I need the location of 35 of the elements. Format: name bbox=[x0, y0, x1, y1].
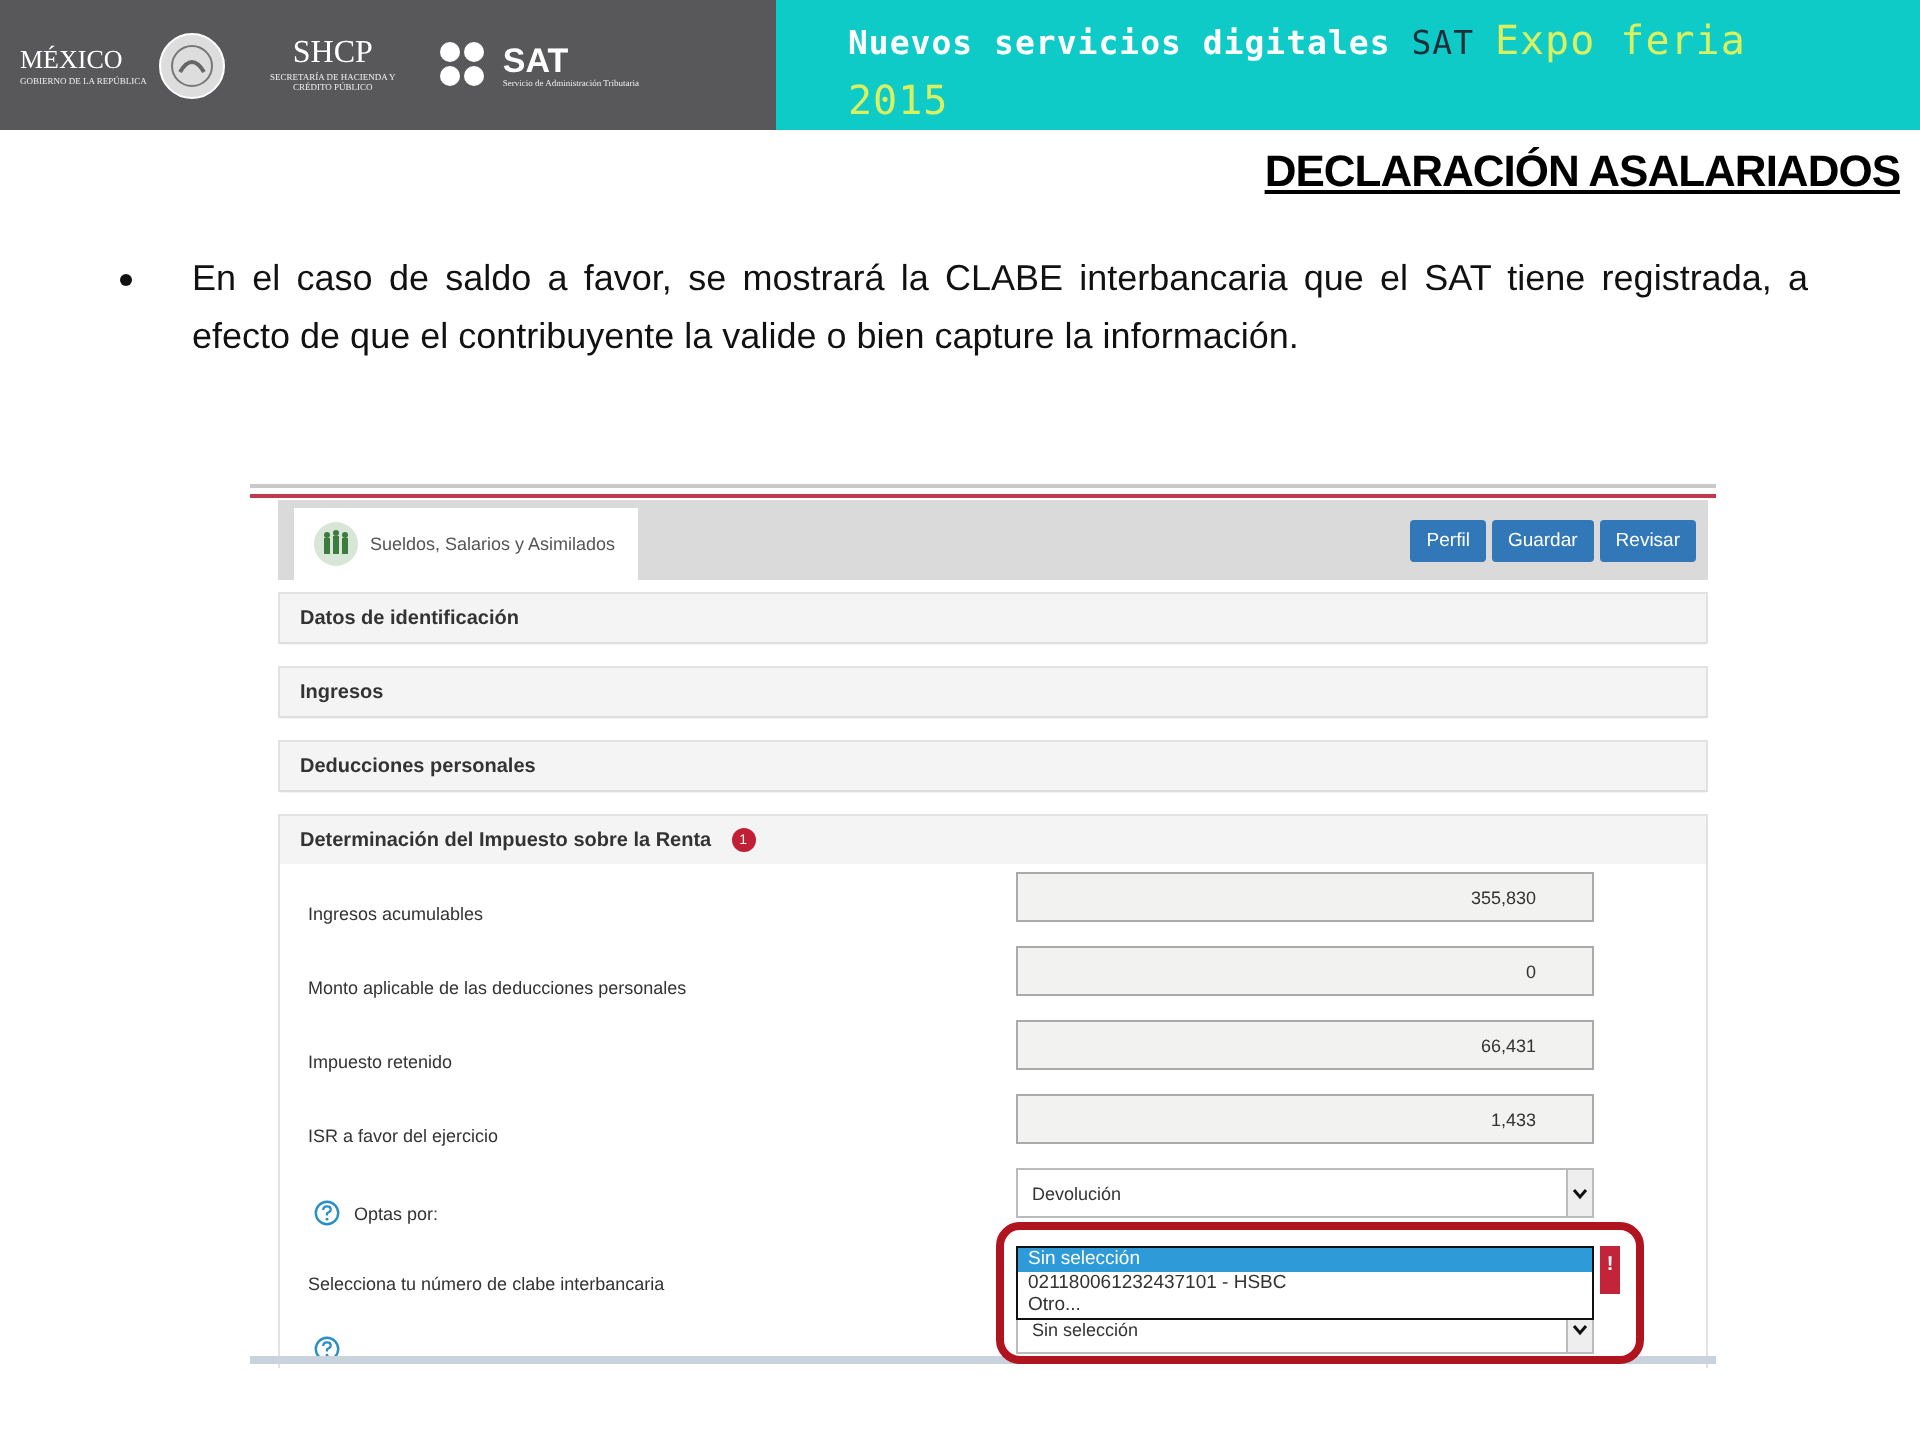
caret-icon bbox=[1572, 1187, 1588, 1199]
field-label: Impuesto retenido bbox=[308, 1052, 453, 1072]
toolbar-button[interactable]: Perfil bbox=[1410, 519, 1486, 561]
amount-field[interactable]: 1,433 bbox=[1016, 1094, 1594, 1144]
amount-field[interactable]: 0 bbox=[1016, 946, 1594, 996]
amount-field[interactable]: 355,830 bbox=[1016, 872, 1594, 922]
field-label: Optas por: bbox=[354, 1203, 439, 1223]
seal-icon bbox=[158, 31, 227, 99]
field-label: ISR a favor del ejercicio bbox=[308, 1126, 499, 1146]
logo-name: MÉXICO bbox=[20, 44, 125, 76]
field-label: Ingresos acumulables bbox=[308, 904, 484, 924]
section-header[interactable]: Ingresos bbox=[280, 668, 1706, 716]
help-icon[interactable] bbox=[314, 1336, 340, 1362]
banner-title: Nuevos servicios digitales SAT Expo feria 2015 bbox=[848, 14, 1748, 128]
module-tab[interactable]: Sueldos, Salarios y Asimilados bbox=[294, 508, 638, 580]
bullet-text: En el caso de saldo a favor, se mostrará la CLABE interbancaria que el SAT tiene registrada, a efecto de que el contribuyente la valide o bien capture la información. bbox=[192, 256, 1808, 360]
slide-title: DECLARACIÓN ASALARIADOS bbox=[1262, 146, 1900, 198]
logo-name: SAT bbox=[502, 43, 571, 77]
section-header[interactable]: Deducciones personales bbox=[280, 742, 1706, 790]
help-icon[interactable] bbox=[314, 1200, 340, 1226]
error-badge: ! bbox=[1600, 1246, 1620, 1294]
select-field[interactable]: Devolución bbox=[1016, 1168, 1594, 1218]
amount-field[interactable]: 66,431 bbox=[1016, 1020, 1594, 1070]
caret-icon bbox=[1572, 1323, 1588, 1335]
dropdown-option[interactable]: 021180061232437101 - HSBC bbox=[1018, 1271, 1592, 1294]
logo-name: SHCP bbox=[292, 36, 373, 72]
module-title: Sueldos, Salarios y Asimilados bbox=[370, 534, 616, 554]
people-icon bbox=[314, 522, 358, 566]
bullet-icon bbox=[120, 274, 132, 286]
toolbar-button[interactable]: Revisar bbox=[1599, 519, 1696, 561]
toolbar-button[interactable]: Guardar bbox=[1491, 519, 1594, 561]
section-header[interactable]: Datos de identificación bbox=[280, 594, 1706, 642]
field-label: Monto aplicable de las deducciones personales bbox=[308, 978, 687, 998]
dropdown-list[interactable]: Sin selección 021180061232437101 - HSBC Otro... bbox=[1016, 1246, 1594, 1319]
field-label: Selecciona tu número de clabe interbancaria bbox=[308, 1274, 665, 1294]
